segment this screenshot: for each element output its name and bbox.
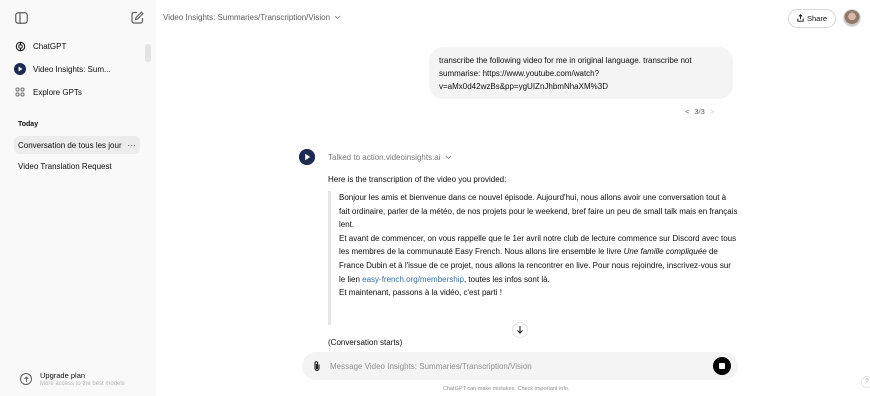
sidebar-item-label: Explore GPTs — [33, 87, 82, 97]
stop-icon — [719, 363, 725, 369]
stop-generating-button[interactable] — [713, 357, 731, 375]
openai-logo-icon — [14, 40, 26, 52]
action-call-label: Talked to action.videoinsights.ai — [328, 153, 441, 162]
action-call-toggle[interactable]: Talked to action.videoinsights.ai — [328, 153, 452, 162]
sidebar-item-video-insights[interactable]: Video Insights: Sum... — [14, 59, 140, 79]
book-title: Une famille compliquée — [623, 247, 707, 257]
share-label: Share — [806, 14, 827, 23]
conversation-item[interactable]: Video Translation Request — [14, 157, 140, 175]
upgrade-subtitle: More access to the best models — [40, 380, 125, 387]
transcription-paragraph: Et avant de commencer, on vous rappelle … — [339, 232, 738, 286]
page-title: Video Insights: Summaries/Transcription/… — [163, 13, 331, 22]
video-insights-logo-icon — [14, 63, 26, 75]
sidebar-item-explore-gpts[interactable]: Explore GPTs — [14, 82, 140, 102]
chevron-down-icon — [445, 153, 452, 162]
pager-label: 3/3 — [694, 107, 705, 116]
text-span: , toutes les infos sont là. — [463, 274, 550, 284]
sidebar-header — [0, 0, 156, 36]
video-insights-avatar-icon — [299, 149, 315, 165]
sidebar: ChatGPT Video Insights: Sum... Explore G… — [0, 0, 156, 396]
message-input[interactable] — [330, 357, 700, 375]
sidebar-item-chatgpt[interactable]: ChatGPT — [14, 36, 140, 56]
disclaimer-text: ChatGPT can make mistakes. Check importa… — [443, 386, 570, 392]
sidebar-item-label: Video Insights: Sum... — [33, 64, 111, 74]
share-icon — [797, 13, 804, 24]
share-button[interactable]: Share — [788, 9, 836, 28]
next-response-button[interactable]: > — [710, 107, 714, 116]
sidebar-scrollbar[interactable] — [145, 44, 151, 62]
message-composer — [302, 352, 738, 380]
paperclip-icon[interactable] — [311, 359, 323, 373]
avatar[interactable] — [843, 9, 861, 27]
transcription-paragraph: Bonjour les amis et bienvenue dans ce no… — [339, 193, 738, 230]
user-message: transcribe the following video for me in… — [429, 47, 733, 99]
previous-response-button[interactable]: < — [685, 107, 689, 116]
conversation-label: Video Translation Request — [18, 161, 112, 171]
new-chat-icon[interactable] — [130, 10, 144, 24]
assistant-intro: Here is the transcription of the video y… — [328, 175, 507, 184]
model-selector[interactable]: Video Insights: Summaries/Transcription/… — [163, 13, 341, 22]
response-pager: < 3/3 > — [685, 107, 714, 116]
grid-icon — [14, 86, 26, 98]
conversation-starts-text: (Conversation starts) — [328, 338, 403, 347]
help-button[interactable]: ? — [861, 376, 870, 388]
section-label-today: Today — [18, 121, 39, 128]
chevron-down-icon — [334, 13, 341, 22]
scroll-to-bottom-button[interactable] — [512, 322, 528, 338]
arrow-down-icon — [516, 325, 524, 336]
upgrade-icon — [20, 373, 32, 385]
upgrade-plan-button[interactable]: Upgrade plan More access to the best mod… — [20, 368, 150, 390]
transcription-paragraph: Et maintenant, passons à la vidéo, c'est… — [339, 288, 502, 298]
sidebar-toggle-icon[interactable] — [14, 11, 28, 25]
transcription-blockquote: Bonjour les amis et bienvenue dans ce no… — [328, 191, 738, 325]
membership-link[interactable]: easy-french.org/membership — [362, 275, 464, 284]
conversation-item-active[interactable]: Conversation de tous les jour ··· — [14, 136, 140, 154]
conversation-label: Conversation de tous les jour — [18, 140, 122, 150]
upgrade-title: Upgrade plan — [40, 370, 86, 380]
sidebar-item-label: ChatGPT — [33, 41, 67, 51]
more-options-icon[interactable]: ··· — [127, 140, 136, 150]
